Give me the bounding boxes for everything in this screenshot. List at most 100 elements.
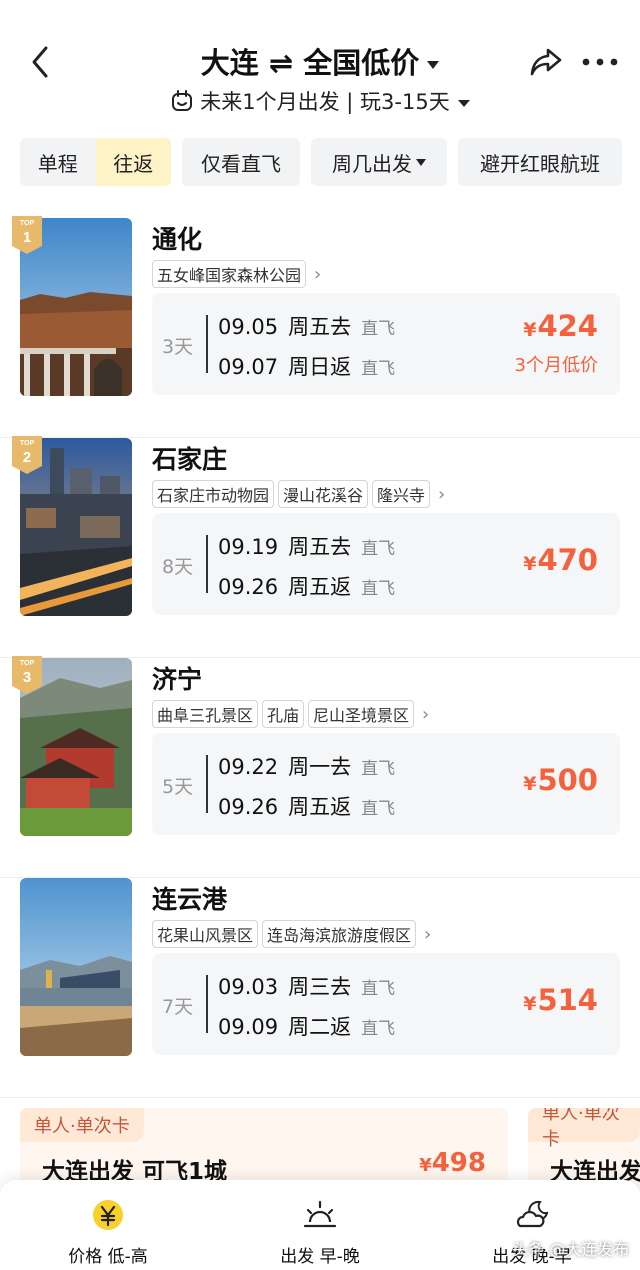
rank-number: 3 [23,669,31,686]
chevron-down-icon [457,99,470,107]
attraction-tag[interactable]: 连岛海滨旅游度假区 [262,920,417,948]
sort-price-tab[interactable]: 价格 低-高 [28,1180,188,1270]
date-range-selector[interactable]: 未来1个月出发 | 玩3-15天 [0,86,640,116]
rank-badge: TOP 3 [12,656,42,694]
trip-duration: 3天 [162,336,194,358]
promo-tag: 单人·单次卡 [528,1108,640,1150]
destination-card[interactable]: TOP 2 石家庄 石家庄市动物园 漫山花溪谷 隆兴寺 › 8天 09.19 周五… [0,436,640,658]
return-flight: 09.26 周五返 直飞 [218,791,395,821]
outbound-date: 09.05 [218,315,279,339]
outbound-weekday: 周五去 [288,315,352,339]
destination-card[interactable]: 连云港 花果山风景区 连岛海滨旅游度假区 › 7天 09.03 周三去 直飞 09.… [0,878,640,1098]
trip-duration: 8天 [162,556,194,578]
rank-prefix: TOP [20,220,35,227]
promo-card[interactable]: 单人·单次卡 大连出发 可飞1城 ¥498 [20,1108,508,1188]
attraction-list[interactable]: 曲阜三孔景区 孔庙 尼山圣境景区 › [152,700,429,728]
share-icon[interactable] [528,44,564,78]
outbound-direct: 直飞 [361,759,396,779]
destination-card[interactable]: TOP 1 通化 五女峰国家森林公园 › 3天 09.05 周五去 直飞 09.07… [0,216,640,438]
chevron-right-icon: › [438,483,446,505]
outbound-flight: 09.22 周一去 直飞 [218,751,395,781]
round-trip-option[interactable]: 往返 [95,138,171,186]
sort-depart-early-tab[interactable]: 出发 早-晚 [240,1180,400,1270]
city-name: 济宁 [152,665,203,694]
weekday-filter[interactable]: 周几出发 [311,138,447,186]
chevron-right-icon: › [314,263,322,285]
price: ¥470 [523,543,598,577]
promo-price-value: 498 [431,1148,486,1178]
attraction-list[interactable]: 花果山风景区 连岛海滨旅游度假区 › [152,920,431,948]
outbound-weekday: 周一去 [288,755,352,779]
city-name: 石家庄 [152,445,228,474]
rank-badge: TOP 1 [12,216,42,254]
filter-bar: 单程 往返 仅看直飞 周几出发 避开红眼航班 [20,138,640,186]
return-flight: 09.09 周二返 直飞 [218,1011,395,1041]
rank-prefix: TOP [20,660,35,667]
return-direct: 直飞 [361,799,396,819]
price-value: 500 [537,763,598,797]
weekday-filter-label: 周几出发 [332,151,412,176]
promo-card[interactable]: 单人·单次卡 大连出发 [528,1108,640,1188]
flight-info[interactable]: 3天 09.05 周五去 直飞 09.07 周日返 直飞 ¥424 3个月低价 [152,293,620,395]
attraction-tag[interactable]: 孔庙 [262,700,305,728]
watermark: 头条 @大连发布 [512,1240,630,1259]
caret-down-icon [416,158,426,166]
price-value: 424 [537,309,598,343]
calendar-icon [172,90,193,111]
low-price-tag: 3个月低价 [514,355,598,376]
outbound-date: 09.03 [218,975,279,999]
flight-info[interactable]: 5天 09.22 周一去 直飞 09.26 周五返 直飞 ¥500 [152,733,620,835]
sort-price-label: 价格 低-高 [68,1247,148,1267]
price: ¥500 [523,763,598,797]
return-date: 09.09 [218,1015,279,1039]
divider [0,1097,640,1098]
price-value: 514 [537,983,598,1017]
attraction-tag[interactable]: 花果山风景区 [152,920,259,948]
attraction-tag[interactable]: 五女峰国家森林公园 [152,260,307,288]
attraction-tag[interactable]: 尼山圣境景区 [308,700,415,728]
outbound-flight: 09.05 周五去 直飞 [218,311,395,341]
return-date: 09.26 [218,575,279,599]
attraction-list[interactable]: 石家庄市动物园 漫山花溪谷 隆兴寺 › [152,480,445,508]
price-value: 470 [537,543,598,577]
destination-card[interactable]: TOP 3 济宁 曲阜三孔景区 孔庙 尼山圣境景区 › 5天 09.22 周一去直… [0,656,640,878]
outbound-direct: 直飞 [361,539,396,559]
chevron-right-icon: › [422,703,430,725]
route-title-text: 大连 ⇌ 全国低价 [200,46,420,80]
outbound-date: 09.22 [218,755,279,779]
destination-photo [20,878,132,1056]
yen-coin-icon [93,1200,123,1230]
city-name: 连云港 [152,885,228,914]
outbound-direct: 直飞 [361,979,396,999]
outbound-direct: 直飞 [361,319,396,339]
outbound-flight: 09.03 周三去 直飞 [218,971,395,1001]
timeline-line [206,535,208,593]
rank-prefix: TOP [20,440,35,447]
attraction-tag[interactable]: 曲阜三孔景区 [152,700,259,728]
return-flight: 09.26 周五返 直飞 [218,571,395,601]
currency-symbol: ¥ [523,993,537,1015]
attraction-list[interactable]: 五女峰国家森林公园 › [152,260,321,288]
price: ¥424 [523,309,598,343]
return-flight: 09.07 周日返 直飞 [218,351,395,381]
return-weekday: 周五返 [288,795,352,819]
flight-info[interactable]: 8天 09.19 周五去 直飞 09.26 周五返 直飞 ¥470 [152,513,620,615]
flight-info[interactable]: 7天 09.03 周三去 直飞 09.09 周二返 直飞 ¥514 [152,953,620,1055]
chevron-down-icon [427,61,440,69]
currency-symbol: ¥ [523,319,537,341]
outbound-flight: 09.19 周五去 直飞 [218,531,395,561]
rank-number: 1 [23,229,31,246]
attraction-tag[interactable]: 漫山花溪谷 [278,480,369,508]
attraction-tag[interactable]: 隆兴寺 [372,480,431,508]
attraction-tag[interactable]: 石家庄市动物园 [152,480,275,508]
chevron-right-icon: › [424,923,432,945]
trip-duration: 5天 [162,776,194,798]
sunrise-icon [303,1200,337,1228]
more-icon[interactable] [580,52,620,72]
one-way-option[interactable]: 单程 [20,138,96,186]
trip-duration: 7天 [162,996,194,1018]
avoid-redeye-filter[interactable]: 避开红眼航班 [458,138,622,186]
return-direct: 直飞 [361,579,396,599]
return-direct: 直飞 [361,1019,396,1039]
direct-only-filter[interactable]: 仅看直飞 [182,138,300,186]
